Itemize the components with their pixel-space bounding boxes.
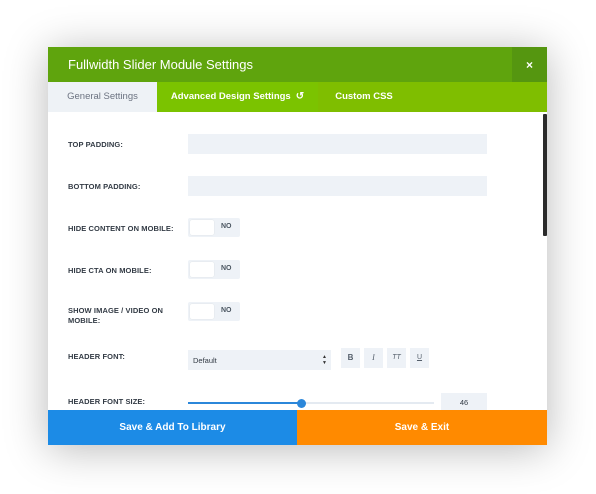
bold-button[interactable]: B bbox=[341, 348, 360, 368]
tab-advanced-design-settings[interactable]: Advanced Design Settings ↺ bbox=[157, 82, 318, 112]
scrollbar[interactable] bbox=[543, 112, 547, 410]
modal-title: Fullwidth Slider Module Settings bbox=[68, 57, 253, 72]
settings-modal: Fullwidth Slider Module Settings × Gener… bbox=[48, 47, 547, 445]
hide-content-mobile-toggle[interactable]: NO bbox=[188, 218, 240, 237]
italic-button[interactable]: I bbox=[364, 348, 383, 368]
toggle-state: NO bbox=[221, 265, 232, 272]
select-arrows-icon: ▲ ▼ bbox=[322, 354, 327, 366]
modal-header: Fullwidth Slider Module Settings × bbox=[48, 47, 547, 82]
tab-general-settings[interactable]: General Settings bbox=[48, 82, 157, 112]
top-padding-input[interactable] bbox=[188, 134, 487, 154]
toggle-state: NO bbox=[221, 223, 232, 230]
bottom-padding-input[interactable] bbox=[188, 176, 487, 196]
header-font-size-input[interactable]: 46 bbox=[441, 393, 487, 410]
settings-content: Top Padding: Bottom Padding: Hide Conten… bbox=[48, 112, 547, 410]
header-font-select[interactable]: Default ▲ ▼ bbox=[188, 350, 331, 370]
header-font-size-slider[interactable] bbox=[188, 398, 434, 408]
tab-label: Advanced Design Settings bbox=[170, 91, 291, 102]
slider-handle[interactable] bbox=[296, 398, 306, 408]
header-font-label: Header Font: bbox=[68, 352, 126, 361]
save-add-to-library-button[interactable]: Save & Add To Library bbox=[48, 410, 297, 445]
show-image-mobile-label: Show Image / Video On Mobile: bbox=[68, 306, 163, 326]
top-padding-label: Top Padding: bbox=[68, 140, 123, 149]
show-image-mobile-toggle[interactable]: NO bbox=[188, 302, 240, 321]
label-line: Show Image / Video On bbox=[68, 306, 164, 315]
toggle-knob bbox=[190, 262, 214, 277]
slider-fill bbox=[188, 402, 302, 404]
toggle-knob bbox=[190, 220, 214, 235]
tab-custom-css[interactable]: Custom CSS bbox=[318, 82, 410, 112]
hide-content-mobile-label: Hide Content On Mobile: bbox=[68, 224, 174, 233]
select-value: Default bbox=[193, 356, 217, 365]
toggle-state: NO bbox=[221, 307, 232, 314]
modal-footer: Save & Add To Library Save & Exit bbox=[48, 410, 547, 445]
label-line: Mobile: bbox=[68, 316, 101, 325]
header-font-size-label: Header Font Size: bbox=[68, 397, 146, 406]
tab-label: Custom CSS bbox=[335, 91, 393, 102]
scrollbar-thumb[interactable] bbox=[543, 114, 547, 236]
hide-cta-mobile-label: Hide CTA On Mobile: bbox=[68, 266, 152, 275]
uppercase-button[interactable]: TT bbox=[387, 348, 406, 368]
toggle-knob bbox=[190, 304, 214, 319]
bottom-padding-label: Bottom Padding: bbox=[68, 182, 141, 191]
close-button[interactable]: × bbox=[512, 47, 547, 82]
underline-button[interactable]: U bbox=[410, 348, 429, 368]
tab-label: General Settings bbox=[67, 91, 138, 102]
save-exit-button[interactable]: Save & Exit bbox=[297, 410, 547, 445]
close-icon: × bbox=[525, 57, 533, 72]
tab-bar: General Settings Advanced Design Setting… bbox=[48, 82, 547, 112]
reset-icon[interactable]: ↺ bbox=[296, 82, 304, 112]
hide-cta-mobile-toggle[interactable]: NO bbox=[188, 260, 240, 279]
